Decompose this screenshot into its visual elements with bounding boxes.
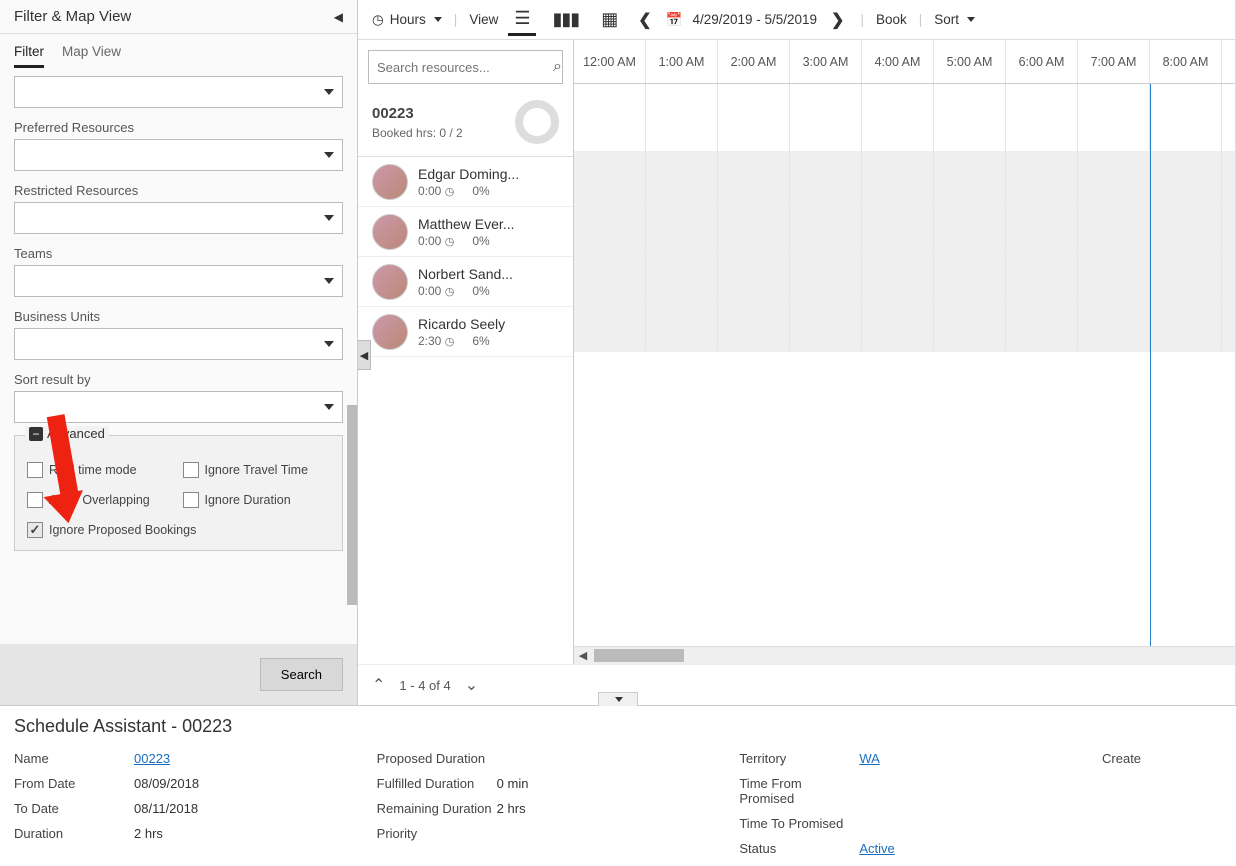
clock-icon: ◷ bbox=[445, 236, 455, 248]
label-fulfilled-duration: Fulfilled Duration bbox=[377, 776, 497, 791]
timeline-row[interactable] bbox=[574, 302, 1235, 352]
clock-icon: ◷ bbox=[445, 336, 455, 348]
label-remaining-duration: Remaining Duration bbox=[377, 801, 497, 816]
date-range[interactable]: 4/29/2019 - 5/5/2019 bbox=[692, 12, 817, 27]
view-columns-icon[interactable]: ▮▮▮ bbox=[546, 5, 585, 34]
time-header-cell: 8:00 AM bbox=[1150, 40, 1222, 83]
link-status[interactable]: Active bbox=[859, 841, 894, 856]
clock-icon: ◷ bbox=[445, 186, 455, 198]
time-header-cell: 12:00 AM bbox=[574, 40, 646, 83]
clock-icon: ◷ bbox=[445, 286, 455, 298]
resource-header-booked: Booked hrs: 0 / 2 bbox=[372, 126, 463, 140]
dropdown-preferred[interactable] bbox=[14, 139, 343, 171]
time-header-cell: 4:00 AM bbox=[862, 40, 934, 83]
label-preferred: Preferred Resources bbox=[14, 120, 343, 135]
resource-row[interactable]: Norbert Sand... 0:00 ◷0% bbox=[358, 257, 573, 307]
label-teams: Teams bbox=[14, 246, 343, 261]
horizontal-scrollbar[interactable]: ◀ bbox=[574, 646, 1235, 664]
filter-map-panel: Filter & Map View ◀ Filter Map View Pref… bbox=[0, 0, 358, 705]
tab-map-view[interactable]: Map View bbox=[62, 44, 121, 68]
detail-collapse-icon[interactable] bbox=[598, 692, 638, 706]
chevron-down-icon bbox=[434, 17, 442, 22]
label-priority: Priority bbox=[377, 826, 497, 841]
avatar bbox=[372, 314, 408, 350]
time-header-cell: 7:00 AM bbox=[1078, 40, 1150, 83]
chk-ignore-travel[interactable]: Ignore Travel Time bbox=[183, 462, 331, 478]
prev-button[interactable]: ❮ bbox=[634, 10, 655, 30]
expand-left-handle[interactable]: ◀ bbox=[358, 340, 371, 370]
current-time-line bbox=[1150, 84, 1151, 646]
timeline-row[interactable] bbox=[574, 252, 1235, 302]
collapse-icon[interactable]: − bbox=[29, 427, 43, 441]
label-to-date: To Date bbox=[14, 801, 134, 816]
time-header-cell: 2:00 AM bbox=[718, 40, 790, 83]
label-time-to-promised: Time To Promised bbox=[739, 816, 859, 831]
timeline-row[interactable] bbox=[574, 202, 1235, 252]
time-header-cell: 6:00 AM bbox=[1006, 40, 1078, 83]
scrollbar-thumb[interactable] bbox=[347, 405, 357, 605]
avatar bbox=[372, 264, 408, 300]
label-status: Status bbox=[739, 841, 859, 856]
time-header-cell: 1:00 AM bbox=[646, 40, 718, 83]
next-button[interactable]: ❯ bbox=[827, 10, 848, 30]
book-button[interactable]: Book bbox=[876, 12, 907, 27]
sort-dropdown[interactable]: Sort bbox=[934, 12, 975, 27]
search-icon[interactable]: ⌕ bbox=[553, 58, 562, 76]
resource-row[interactable]: Matthew Ever... 0:00 ◷0% bbox=[358, 207, 573, 257]
time-header-cell: 3:00 AM bbox=[790, 40, 862, 83]
label-duration: Duration bbox=[14, 826, 134, 841]
resource-name: Norbert Sand... bbox=[418, 266, 559, 282]
booked-ring-icon bbox=[515, 100, 559, 144]
resource-row[interactable]: Ricardo Seely 2:30 ◷6% bbox=[358, 307, 573, 357]
search-resources-input[interactable]: ⌕ bbox=[368, 50, 563, 84]
link-territory[interactable]: WA bbox=[859, 751, 879, 766]
dropdown-business-units[interactable] bbox=[14, 328, 343, 360]
resource-row[interactable]: Edgar Doming... 0:00 ◷0% bbox=[358, 157, 573, 207]
resource-name: Edgar Doming... bbox=[418, 166, 559, 182]
view-label: View bbox=[469, 12, 498, 27]
detail-title: Schedule Assistant - 00223 bbox=[14, 716, 1222, 737]
panel-title: Filter & Map View bbox=[14, 8, 131, 25]
link-name[interactable]: 00223 bbox=[134, 751, 170, 766]
chevron-down-icon bbox=[967, 17, 975, 22]
view-list-icon[interactable]: ☰ bbox=[508, 4, 536, 36]
time-header-cell: 5:00 AM bbox=[934, 40, 1006, 83]
label-restricted: Restricted Resources bbox=[14, 183, 343, 198]
label-create: Create bbox=[1102, 751, 1222, 766]
calendar-icon[interactable]: 📅 bbox=[666, 12, 683, 28]
schedule-assistant-detail: Schedule Assistant - 00223 Name00223 Fro… bbox=[0, 705, 1236, 866]
chk-ignore-duration[interactable]: Ignore Duration bbox=[183, 492, 331, 508]
pager-up-icon[interactable]: ⌃ bbox=[372, 675, 385, 695]
avatar bbox=[372, 214, 408, 250]
dropdown-generic[interactable] bbox=[14, 76, 343, 108]
resource-name: Ricardo Seely bbox=[418, 316, 559, 332]
clock-icon: ◷ bbox=[372, 12, 384, 28]
timeline-row[interactable] bbox=[574, 152, 1235, 202]
pager-text: 1 - 4 of 4 bbox=[399, 678, 450, 693]
label-from-date: From Date bbox=[14, 776, 134, 791]
search-button[interactable]: Search bbox=[260, 658, 343, 691]
schedule-board: ◀ ◷ Hours | View ☰ ▮▮▮ ▦ ❮ 📅 4/29/2019 -… bbox=[358, 0, 1236, 705]
label-sort-by: Sort result by bbox=[14, 372, 343, 387]
label-name: Name bbox=[14, 751, 134, 766]
view-grid-icon[interactable]: ▦ bbox=[595, 5, 624, 34]
resource-header-id: 00223 bbox=[372, 105, 463, 122]
collapse-left-icon[interactable]: ◀ bbox=[334, 10, 343, 24]
avatar bbox=[372, 164, 408, 200]
label-proposed-duration: Proposed Duration bbox=[377, 751, 497, 766]
label-time-from-promised: Time From Promised bbox=[739, 776, 859, 806]
dropdown-restricted[interactable] bbox=[14, 202, 343, 234]
label-business-units: Business Units bbox=[14, 309, 343, 324]
hours-dropdown[interactable]: ◷ Hours bbox=[372, 12, 442, 28]
timeline-header-row bbox=[574, 84, 1235, 152]
tab-filter[interactable]: Filter bbox=[14, 44, 44, 68]
chk-ignore-proposed[interactable]: Ignore Proposed Bookings bbox=[27, 522, 330, 538]
pager-down-icon[interactable]: ⌄ bbox=[465, 675, 478, 695]
dropdown-teams[interactable] bbox=[14, 265, 343, 297]
label-territory: Territory bbox=[739, 751, 859, 766]
resource-name: Matthew Ever... bbox=[418, 216, 559, 232]
